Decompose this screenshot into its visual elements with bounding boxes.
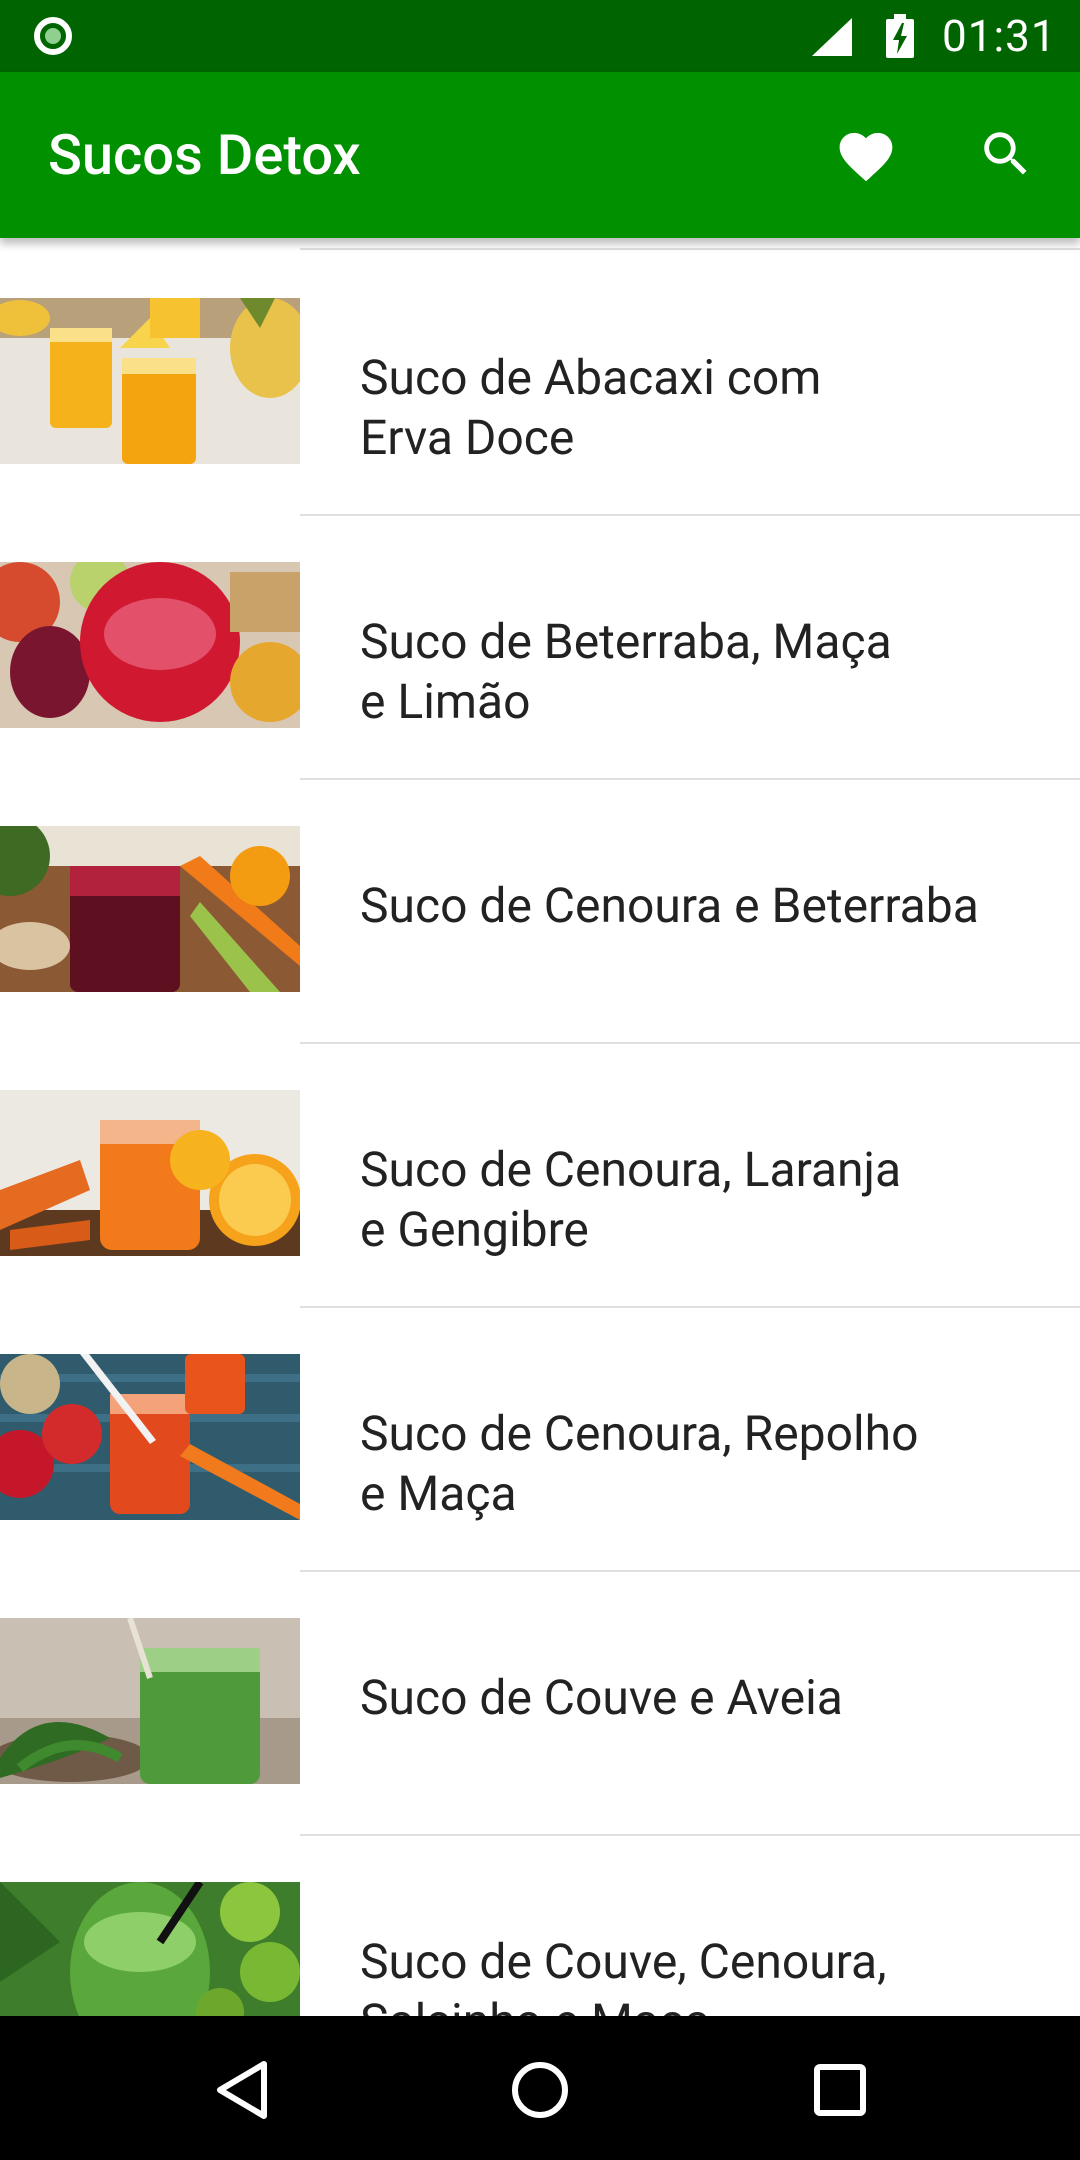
juice-thumbnail	[0, 1882, 300, 2016]
list-item[interactable]: Suco de Beterraba, Maça e Limão	[0, 562, 1080, 826]
juice-title: Suco de Abacaxi com Erva Doce	[360, 349, 822, 466]
juice-thumbnail	[0, 1618, 300, 1784]
favorites-button[interactable]	[828, 116, 904, 192]
list-item[interactable]: Suco de Couve e Aveia	[0, 1618, 1080, 1882]
juice-title: Suco de Couve e Aveia	[360, 1669, 843, 1726]
list-divider	[300, 514, 1080, 516]
juice-thumbnail	[0, 1090, 300, 1256]
search-button[interactable]	[968, 116, 1044, 192]
status-time: 01:31	[942, 10, 1057, 62]
back-button[interactable]	[200, 2048, 284, 2132]
system-nav-bar	[0, 2016, 1080, 2160]
battery-charging-icon	[886, 14, 914, 58]
status-bar: 01:31	[0, 0, 1080, 72]
back-icon	[217, 2061, 267, 2119]
list-divider	[300, 248, 1080, 250]
list-item[interactable]: Suco de Cenoura, Laranja e Gengibre	[0, 1090, 1080, 1354]
juice-thumbnail	[0, 298, 300, 464]
notification-dot-icon	[34, 17, 72, 55]
juice-thumbnail	[0, 1354, 300, 1520]
home-icon	[512, 2062, 568, 2118]
list-divider	[300, 1306, 1080, 1308]
juice-title: Suco de Cenoura e Beterraba	[360, 877, 979, 934]
juice-title: Suco de Cenoura, Repolho e Maça	[360, 1405, 919, 1522]
juice-title: Suco de Beterraba, Maça e Limão	[360, 613, 892, 730]
juice-title: Suco de Couve, Cenoura, Salsinha e Maça	[360, 1933, 887, 2016]
juice-thumbnail	[0, 826, 300, 992]
signal-icon	[812, 18, 852, 56]
recents-button[interactable]	[798, 2048, 882, 2132]
list-item[interactable]: Suco de Cenoura e Beterraba	[0, 826, 1080, 1090]
list-divider	[300, 778, 1080, 780]
recents-icon	[814, 2064, 866, 2116]
list-divider	[300, 1570, 1080, 1572]
juice-title: Suco de Cenoura, Laranja e Gengibre	[360, 1141, 902, 1258]
list-divider	[300, 1834, 1080, 1836]
list-divider	[300, 1042, 1080, 1044]
search-icon	[984, 132, 1027, 175]
home-button[interactable]	[498, 2048, 582, 2132]
list-item[interactable]: Suco de Couve, Cenoura, Salsinha e Maça	[0, 1882, 1080, 2016]
juice-thumbnail	[0, 562, 300, 728]
juice-list[interactable]: Suco de Abacaxi com Erva Doce Suco de Be…	[0, 238, 1080, 2016]
list-item[interactable]: Suco de Cenoura, Repolho e Maça	[0, 1354, 1080, 1618]
app-bar: Sucos Detox	[0, 72, 1080, 238]
app-title: Sucos Detox	[48, 122, 361, 188]
heart-icon	[839, 132, 893, 182]
list-item[interactable]: Suco de Abacaxi com Erva Doce	[0, 298, 1080, 562]
